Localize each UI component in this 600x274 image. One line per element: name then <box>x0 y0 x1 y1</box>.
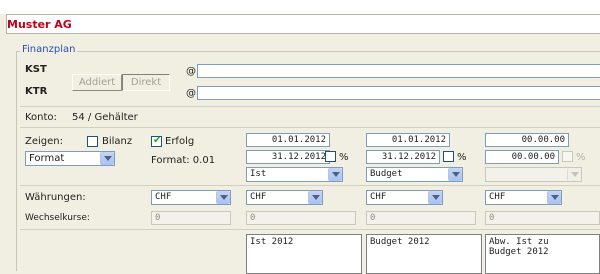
chevron-down-icon[interactable] <box>448 168 462 181</box>
kst-at-sign: @ <box>186 66 196 77</box>
ktr-label: KTR <box>25 86 48 97</box>
divider <box>20 185 600 186</box>
col2-rate-input[interactable]: 0 <box>366 211 476 225</box>
col3-currency-value: CHF <box>489 192 506 202</box>
waehrungen-label: Währungen: <box>25 192 86 203</box>
chevron-down-icon[interactable] <box>100 152 114 165</box>
direkt-button[interactable]: Direkt <box>122 74 170 91</box>
kst-label: KST <box>25 64 47 75</box>
chevron-down-icon[interactable] <box>567 168 581 181</box>
col1-percent-checkbox[interactable] <box>325 151 336 162</box>
chevron-down-icon[interactable] <box>428 191 442 204</box>
addiert-button[interactable]: Addiert <box>72 74 122 91</box>
col3-title-textarea[interactable]: Abw. Ist zu Budget 2012 <box>485 234 600 274</box>
check-icon: ✔ <box>153 135 162 146</box>
konto-label: Konto: <box>25 112 57 123</box>
exchange-rate-input[interactable]: 0 <box>151 211 231 225</box>
col2-title-textarea[interactable]: Budget 2012 <box>366 234 482 274</box>
col1-date-from[interactable]: 01.01.2012 <box>246 133 330 147</box>
col1-currency-select[interactable]: CHF <box>246 190 323 205</box>
kst-input[interactable] <box>197 64 600 78</box>
erfolg-checkbox[interactable]: ✔ <box>151 135 162 147</box>
company-header-panel <box>6 14 600 34</box>
zeigen-label: Zeigen: <box>25 136 63 147</box>
col1-date-to[interactable]: 31.12.2012 <box>246 150 330 164</box>
col2-date-from[interactable]: 01.01.2012 <box>366 133 450 147</box>
col2-date-to[interactable]: 31.12.2012 <box>366 150 440 164</box>
col3-percent-checkbox[interactable] <box>562 151 573 162</box>
col2-percent-label: % <box>457 152 467 163</box>
ktr-input[interactable] <box>197 86 600 100</box>
chevron-down-icon[interactable] <box>308 191 322 204</box>
konto-value: 54 / Gehälter <box>72 112 138 123</box>
format-select[interactable]: Format <box>25 151 115 166</box>
bilanz-checkbox[interactable] <box>87 136 98 147</box>
col3-currency-select[interactable]: CHF <box>485 190 562 205</box>
col1-percent-label: % <box>339 152 349 163</box>
col1-title-textarea[interactable]: Ist 2012 <box>246 234 362 274</box>
col3-rate-input[interactable]: 0 <box>485 211 600 225</box>
col2-percent-checkbox[interactable] <box>443 151 454 162</box>
col2-type-value: Budget <box>370 169 403 179</box>
ktr-at-sign: @ <box>186 88 196 99</box>
wechselkurse-label: Wechselkurse: <box>25 213 90 223</box>
col1-type-select[interactable]: Ist <box>246 167 343 182</box>
col2-type-select[interactable]: Budget <box>366 167 463 182</box>
top-strip <box>0 0 600 14</box>
company-name: Muster AG <box>7 18 72 31</box>
format-label: Format: 0.01 <box>151 155 216 166</box>
currency-select-value: CHF <box>155 192 172 202</box>
divider <box>20 229 600 230</box>
col3-type-select[interactable] <box>485 167 582 182</box>
col3-percent-label: % <box>576 152 586 163</box>
col3-date-from[interactable]: 00.00.00 <box>485 133 569 147</box>
col2-currency-select[interactable]: CHF <box>366 190 443 205</box>
col3-date-to[interactable]: 00.00.00 <box>485 150 559 164</box>
currency-select[interactable]: CHF <box>151 190 231 205</box>
col1-type-value: Ist <box>250 169 267 179</box>
bilanz-label: Bilanz <box>102 136 133 147</box>
col1-rate-input[interactable]: 0 <box>246 211 356 225</box>
chevron-down-icon[interactable] <box>547 191 561 204</box>
fieldset-border <box>16 51 600 52</box>
col1-currency-value: CHF <box>250 192 267 202</box>
fieldset-border-left <box>16 51 17 271</box>
erfolg-label: Erfolg <box>165 136 195 147</box>
fieldset-legend: Finanzplan <box>20 44 78 55</box>
divider <box>20 106 600 107</box>
divider <box>20 127 600 128</box>
chevron-down-icon[interactable] <box>328 168 342 181</box>
col2-currency-value: CHF <box>370 192 387 202</box>
format-select-value: Format <box>29 153 65 164</box>
chevron-down-icon[interactable] <box>216 191 230 204</box>
